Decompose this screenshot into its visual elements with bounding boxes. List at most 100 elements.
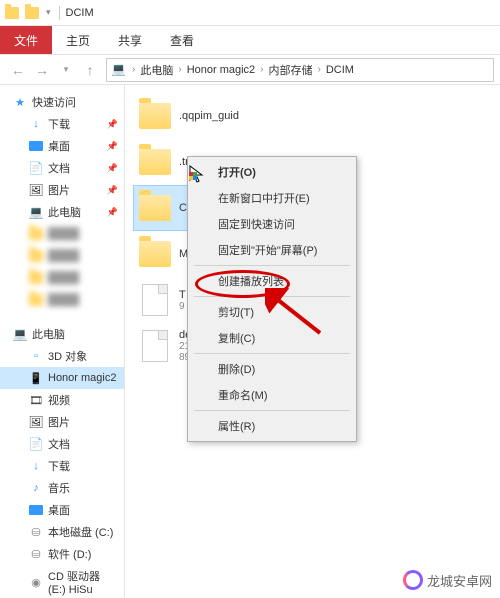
pin-icon: 📌: [107, 207, 118, 218]
separator: [59, 6, 60, 20]
tab-file[interactable]: 文件: [0, 26, 52, 54]
dropdown-icon[interactable]: ▾: [46, 7, 51, 18]
pc-icon: [28, 204, 44, 220]
pin-icon: 📌: [107, 163, 118, 174]
sidebar-label: ████: [48, 272, 79, 284]
watermark-text: 龙城安卓网: [427, 571, 492, 590]
sidebar-label: 图片: [48, 414, 70, 430]
sidebar-label: 图片: [48, 182, 70, 198]
sidebar-label: 视频: [48, 392, 70, 408]
nav-up-icon[interactable]: ↑: [78, 58, 102, 82]
file-meta: 9: [179, 301, 186, 312]
sidebar-documents[interactable]: 文档 📌: [0, 157, 124, 179]
tab-view[interactable]: 查看: [156, 26, 208, 54]
sidebar-label: 此电脑: [48, 204, 81, 220]
pin-icon: 📌: [107, 141, 118, 152]
separator: [194, 265, 350, 266]
ctx-copy[interactable]: 复制(C): [190, 325, 354, 351]
quick-access-toolbar-icon[interactable]: [24, 5, 40, 21]
ctx-new-window[interactable]: 在新窗口中打开(E): [190, 185, 354, 211]
sidebar-label: 音乐: [48, 480, 70, 496]
sidebar-pictures[interactable]: 图片 📌: [0, 179, 124, 201]
cursor-icon: [188, 164, 208, 184]
window-title: DCIM: [66, 7, 94, 19]
sidebar-desktop[interactable]: 桌面📌: [0, 135, 124, 157]
ctx-create-playlist[interactable]: 创建播放列表: [190, 268, 354, 294]
watermark-logo-icon: [403, 570, 423, 590]
document-icon: [28, 160, 44, 176]
nav-history-icon[interactable]: ▾: [54, 58, 78, 82]
sidebar-this-pc-quick[interactable]: 此电脑 📌: [0, 201, 124, 223]
tab-share[interactable]: 共享: [104, 26, 156, 54]
ctx-properties[interactable]: 属性(R): [190, 413, 354, 439]
sidebar-pictures2[interactable]: 图片: [0, 411, 124, 433]
sidebar-music[interactable]: 音乐: [0, 477, 124, 499]
disk-icon: [28, 524, 44, 540]
sidebar-label: ████: [48, 294, 79, 306]
sidebar-blurred-item[interactable]: ████: [0, 245, 124, 267]
sidebar-blurred-item[interactable]: ████: [0, 267, 124, 289]
breadcrumb-item[interactable]: Honor magic2: [183, 64, 259, 76]
separator: [194, 410, 350, 411]
desktop-icon: [28, 138, 44, 154]
navigation-pane[interactable]: ★快速访问 下载📌 桌面📌 文档📌 图片📌 此电脑📌 ████ ████ ███…: [0, 85, 125, 598]
folder-icon: [28, 292, 44, 308]
sidebar-blurred-item[interactable]: ████: [0, 289, 124, 311]
ctx-delete[interactable]: 删除(D): [190, 356, 354, 382]
watermark: 龙城安卓网: [403, 570, 492, 590]
breadcrumb[interactable]: 💻 › 此电脑 › Honor magic2 › 内部存储 › DCIM: [106, 58, 494, 82]
breadcrumb-item[interactable]: 此电脑: [136, 62, 177, 78]
sidebar-desktop2[interactable]: 桌面: [0, 499, 124, 521]
document-icon: [137, 328, 173, 364]
sidebar-label: ████: [48, 228, 79, 240]
sidebar-label: 文档: [48, 160, 70, 176]
music-icon: [28, 480, 44, 496]
ctx-pin-start[interactable]: 固定到"开始"屏幕(P): [190, 237, 354, 263]
ctx-cut[interactable]: 剪切(T): [190, 299, 354, 325]
sidebar-label: 快速访问: [32, 94, 76, 110]
sidebar-3d-objects[interactable]: 3D 对象: [0, 345, 124, 367]
separator: [194, 296, 350, 297]
sidebar-label: 下载: [48, 116, 70, 132]
document-icon: [137, 282, 173, 318]
sidebar-label: 桌面: [48, 502, 70, 518]
separator: [194, 353, 350, 354]
pc-icon: 💻: [111, 62, 127, 78]
sidebar-disk-c[interactable]: 本地磁盘 (C:): [0, 521, 124, 543]
ctx-rename[interactable]: 重命名(M): [190, 382, 354, 408]
nav-forward-icon[interactable]: →: [30, 58, 54, 82]
sidebar-label: 此电脑: [32, 326, 65, 342]
picture-icon: [28, 414, 44, 430]
folder-icon: [28, 226, 44, 242]
sidebar-disk-d[interactable]: 软件 (D:): [0, 543, 124, 565]
folder-icon: [137, 144, 173, 180]
star-icon: ★: [12, 94, 28, 110]
ctx-pin-quick[interactable]: 固定到快速访问: [190, 211, 354, 237]
download-icon: [28, 116, 44, 132]
ctx-open[interactable]: 打开(O): [190, 159, 354, 185]
breadcrumb-item[interactable]: DCIM: [322, 64, 358, 76]
sidebar-this-pc[interactable]: 此电脑: [0, 323, 124, 345]
sidebar-documents2[interactable]: 文档: [0, 433, 124, 455]
picture-icon: [28, 182, 44, 198]
sidebar-videos[interactable]: 视频: [0, 389, 124, 411]
sidebar-honor-device[interactable]: Honor magic2: [0, 367, 124, 389]
folder-icon: [137, 236, 173, 272]
sidebar-quick-access[interactable]: ★快速访问: [0, 91, 124, 113]
sidebar-label: 文档: [48, 436, 70, 452]
folder-item[interactable]: .qqpim_guid: [133, 93, 318, 139]
cd-icon: [28, 574, 44, 590]
sidebar-label: 软件 (D:): [48, 546, 91, 562]
pin-icon: 📌: [107, 185, 118, 196]
ribbon-tabs: 文件 主页 共享 查看: [0, 26, 500, 54]
folder-icon: [137, 190, 173, 226]
sidebar-downloads2[interactable]: 下载: [0, 455, 124, 477]
tab-home[interactable]: 主页: [52, 26, 104, 54]
sidebar-blurred-item[interactable]: ████: [0, 223, 124, 245]
breadcrumb-item[interactable]: 内部存储: [265, 62, 317, 78]
sidebar-cd-e[interactable]: CD 驱动器 (E:) HiSu: [0, 565, 124, 598]
nav-back-icon[interactable]: ←: [6, 58, 30, 82]
pin-icon: 📌: [107, 119, 118, 130]
sidebar-downloads[interactable]: 下载 📌: [0, 113, 124, 135]
folder-icon: [137, 98, 173, 134]
